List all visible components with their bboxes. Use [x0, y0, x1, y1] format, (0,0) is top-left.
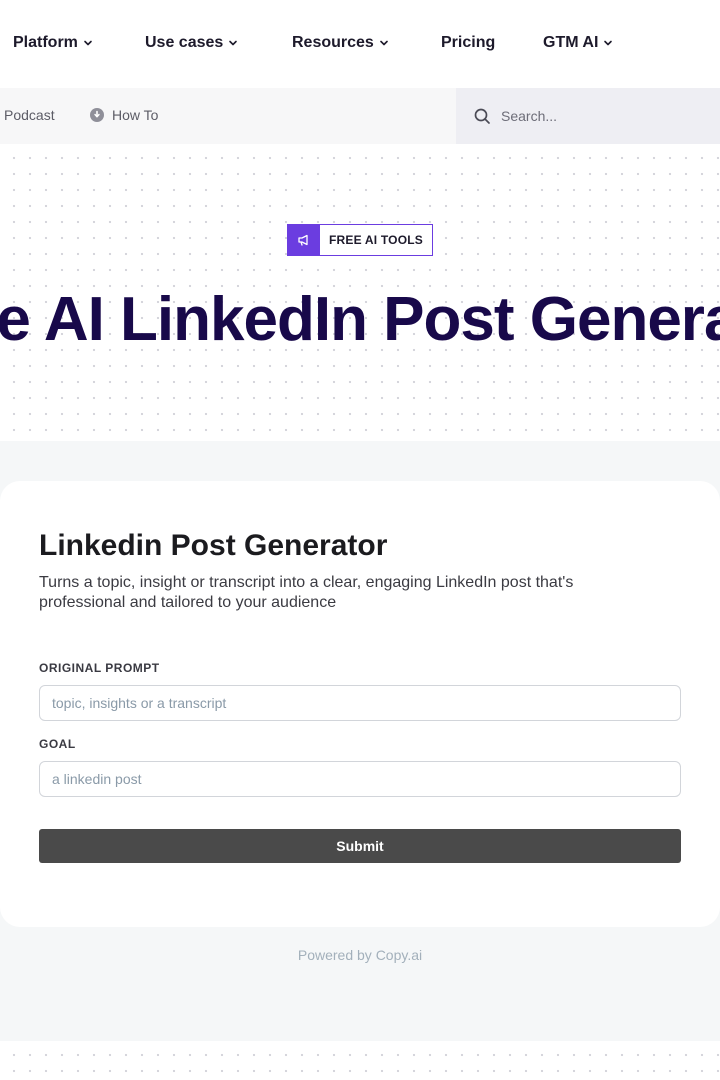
goal-label: GOAL — [39, 737, 76, 751]
info-icon — [90, 108, 104, 122]
sub-nav: Podcast How To — [0, 88, 720, 144]
chevron-down-icon — [379, 38, 389, 48]
subnav-link-how-to[interactable]: How To — [90, 107, 158, 123]
top-nav: Platform Use cases Resources Pricing GTM… — [0, 0, 720, 88]
original-prompt-label: ORIGINAL PROMPT — [39, 661, 160, 675]
nav-item-label: GTM AI — [543, 34, 599, 51]
original-prompt-input[interactable] — [52, 695, 680, 711]
nav-item-use-cases[interactable]: Use cases — [145, 34, 238, 52]
goal-field[interactable] — [39, 761, 681, 797]
nav-item-pricing[interactable]: Pricing — [441, 34, 495, 52]
megaphone-icon — [288, 225, 320, 255]
generator-card: Linkedin Post Generator Turns a topic, i… — [0, 481, 720, 927]
generator-section: Linkedin Post Generator Turns a topic, i… — [0, 441, 720, 1041]
goal-input[interactable] — [52, 771, 680, 787]
original-prompt-field[interactable] — [39, 685, 681, 721]
free-ai-tools-badge[interactable]: FREE AI TOOLS — [287, 224, 433, 256]
nav-item-label: Platform — [13, 34, 78, 51]
hero: FREE AI TOOLS Free AI LinkedIn Post Gene… — [0, 144, 720, 441]
powered-by-link[interactable]: Powered by Copy.ai — [0, 947, 720, 963]
nav-item-label: Pricing — [441, 34, 496, 51]
chevron-down-icon — [603, 38, 613, 48]
nav-item-resources[interactable]: Resources — [292, 34, 389, 52]
subnav-link-label: How To — [112, 107, 159, 123]
subnav-link-podcast[interactable]: Podcast — [4, 107, 55, 123]
badge-label: FREE AI TOOLS — [329, 233, 423, 247]
dotted-background — [0, 1041, 720, 1080]
page-title: Free AI LinkedIn Post Generator — [0, 285, 720, 354]
submit-button[interactable]: Submit — [39, 829, 681, 863]
search-icon — [474, 108, 491, 125]
search-input[interactable] — [501, 108, 701, 124]
nav-item-gtm-ai[interactable]: GTM AI — [543, 34, 613, 52]
nav-item-label: Use cases — [145, 34, 224, 51]
search-box[interactable] — [456, 88, 720, 144]
subnav-link-label: Podcast — [4, 107, 55, 123]
nav-item-platform[interactable]: Platform — [13, 34, 93, 52]
chevron-down-icon — [83, 38, 93, 48]
chevron-down-icon — [228, 38, 238, 48]
generator-title: Linkedin Post Generator — [39, 529, 388, 562]
generator-description: Turns a topic, insight or transcript int… — [39, 574, 574, 611]
nav-item-label: Resources — [292, 34, 374, 51]
